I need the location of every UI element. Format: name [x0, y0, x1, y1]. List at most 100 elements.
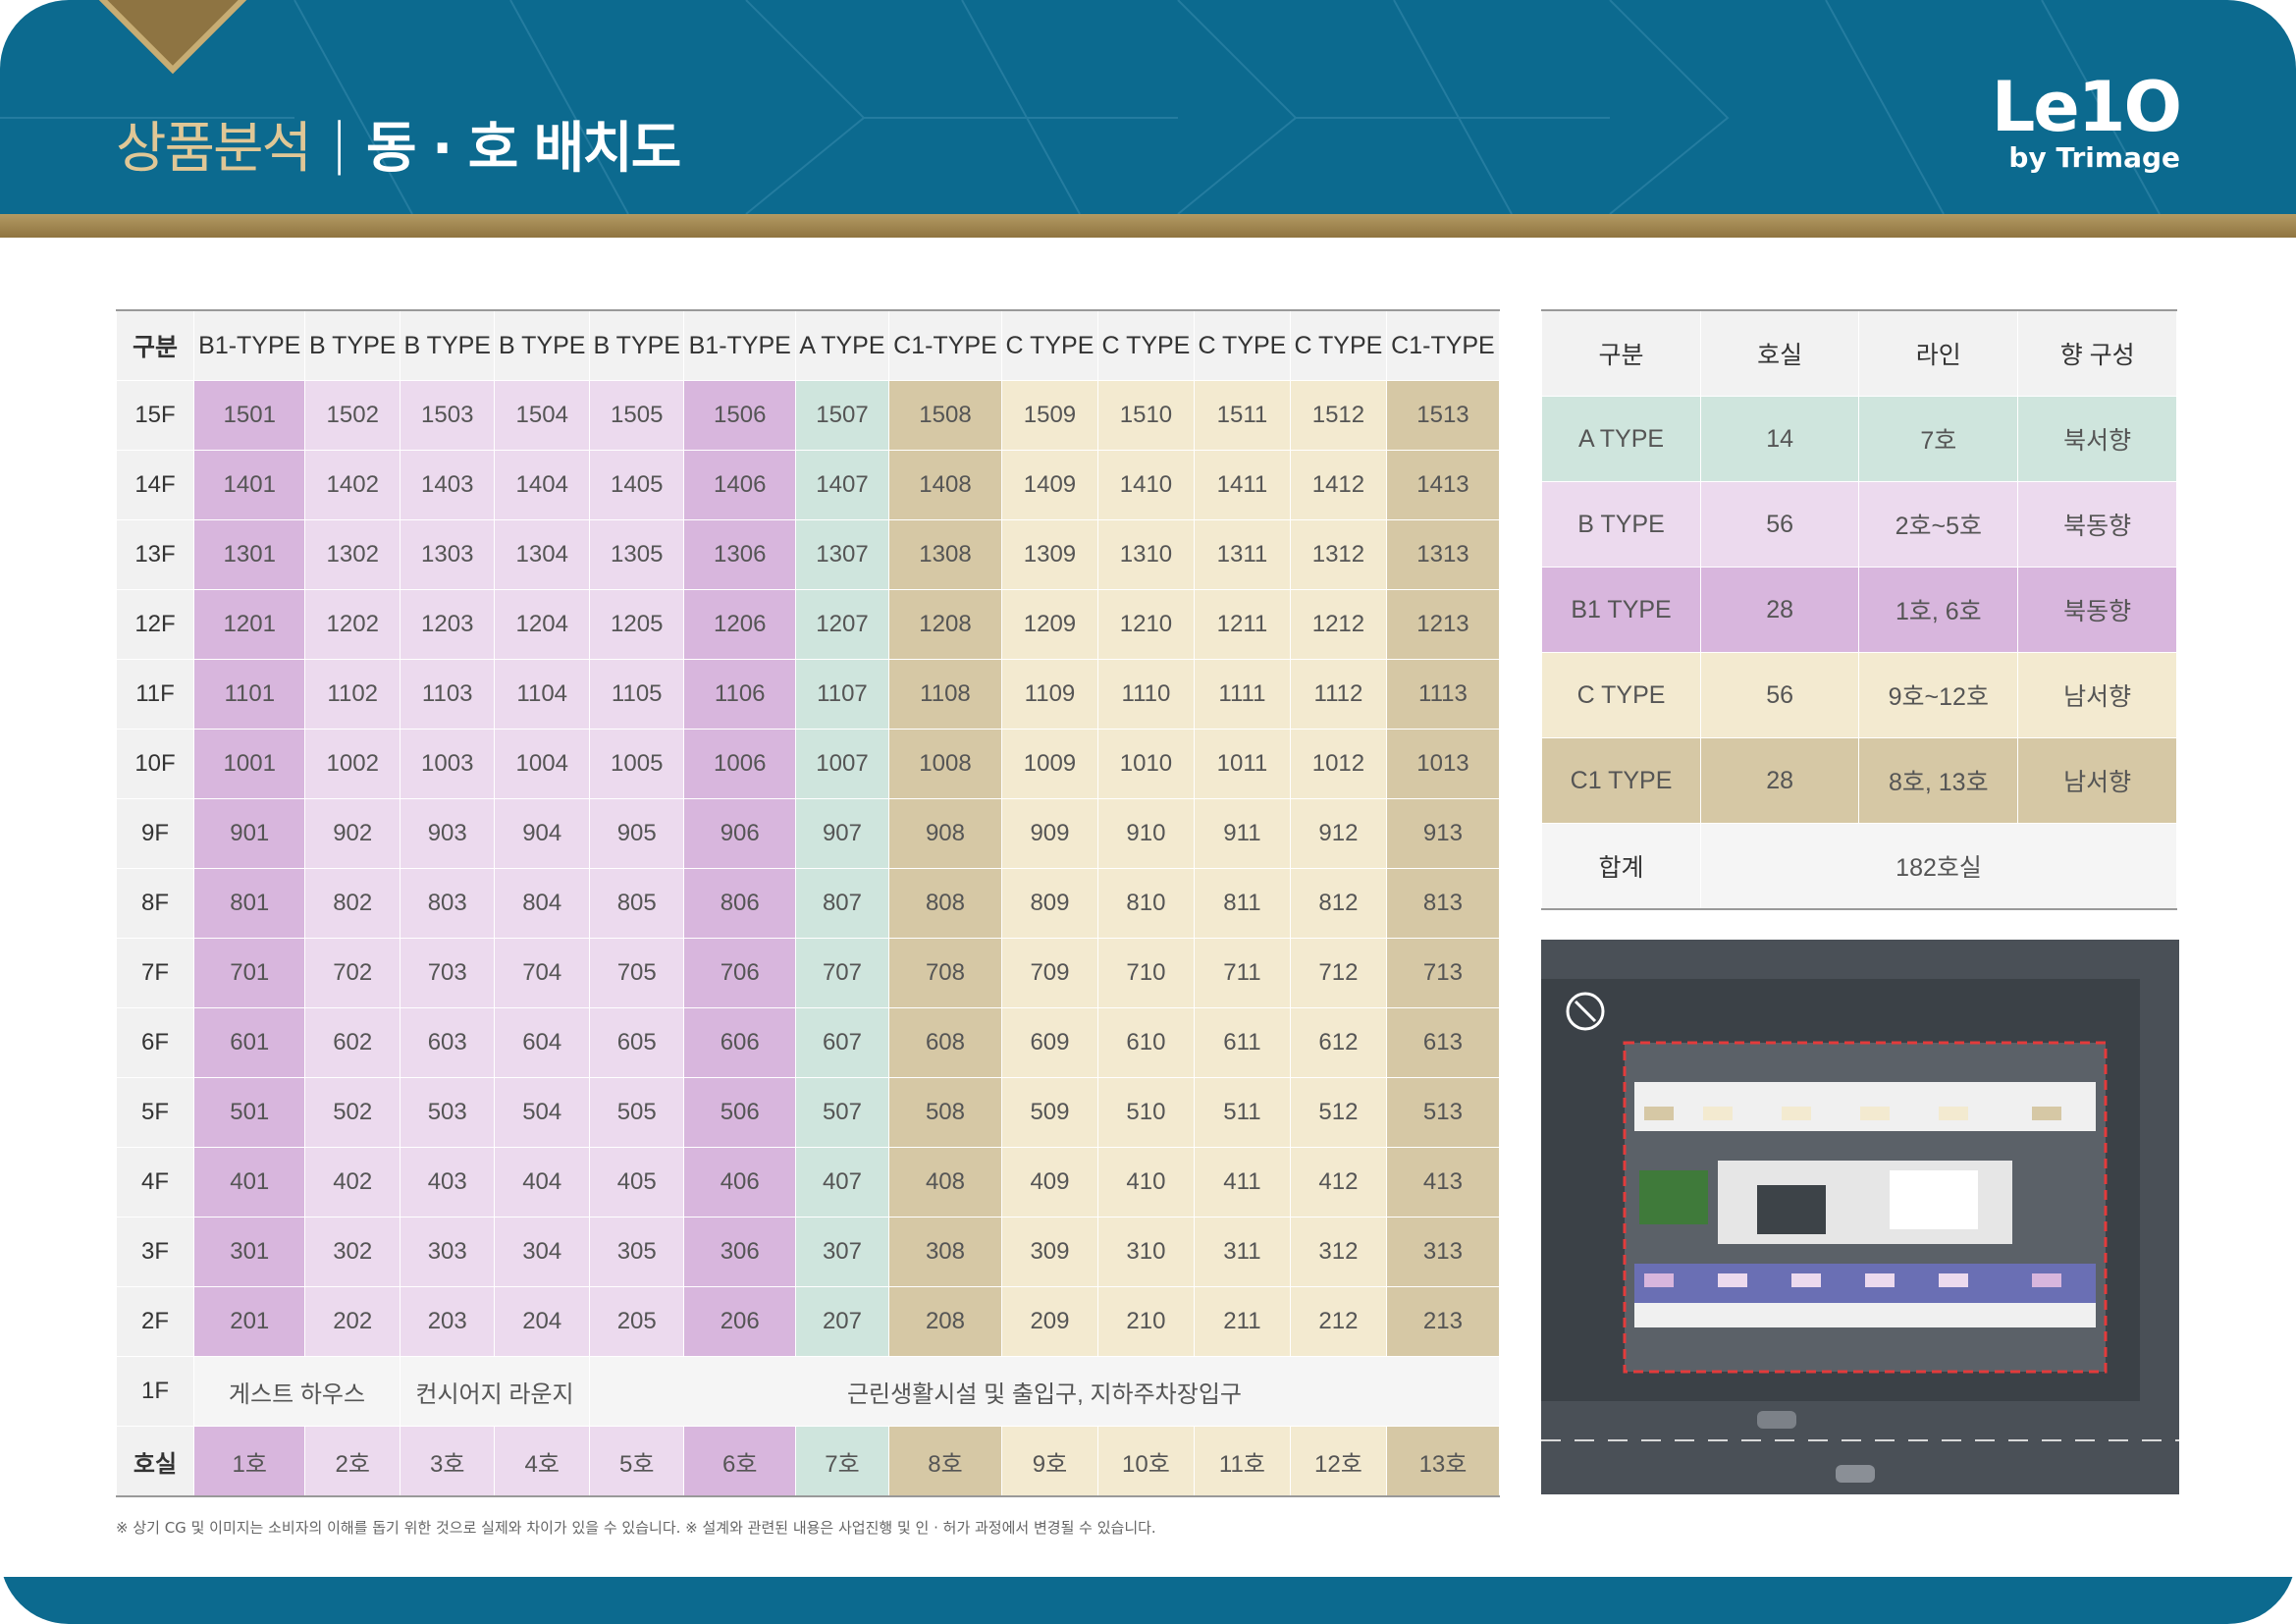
- table-row: 3F 301 302 303 304 305 306 307 308 309 310 311 312 31…: [116, 1217, 1501, 1287]
- unit-cell: 1104: [494, 659, 590, 730]
- unit-cell: 1011: [1193, 729, 1291, 799]
- unit-cell: 1109: [1000, 659, 1098, 730]
- unit-cell: 1113: [1385, 659, 1501, 730]
- floor-label: 3F: [116, 1217, 194, 1287]
- column-header: C TYPE: [1289, 309, 1387, 381]
- unit-cell: 1001: [192, 729, 306, 799]
- unit-cell: 1210: [1096, 589, 1195, 660]
- unit-cell: 910: [1096, 798, 1195, 869]
- unit-cell: 1504: [494, 380, 590, 451]
- summary-line: 2호~5호: [1858, 481, 2019, 568]
- unit-cell: 312: [1289, 1217, 1387, 1287]
- table-row: 6F 601 602 603 604 605 606 607 608 609 610 611 612 61…: [116, 1007, 1501, 1078]
- unit-cell: 403: [399, 1147, 496, 1218]
- unit-cell: 313: [1385, 1217, 1501, 1287]
- table-row: 9F 901 902 903 904 905 906 907 908 909 910 911 912 91…: [116, 798, 1501, 869]
- floor-label: 2F: [116, 1286, 194, 1357]
- unit-cell: 605: [588, 1007, 685, 1078]
- unit-cell: 411: [1193, 1147, 1291, 1218]
- column-header: B1-TYPE: [683, 309, 796, 381]
- unit-cell: 1103: [399, 659, 496, 730]
- unit-cell: 1201: [192, 589, 306, 660]
- column-header: B1-TYPE: [192, 309, 306, 381]
- summary-line: 9호~12호: [1858, 652, 2019, 738]
- unit-cell: 904: [494, 798, 590, 869]
- unit-cell: 602: [304, 1007, 400, 1078]
- unit-cell: 1304: [494, 519, 590, 590]
- unit-cell: 401: [192, 1147, 306, 1218]
- unit-cell: 1209: [1000, 589, 1098, 660]
- unit-cell: 1309: [1000, 519, 1098, 590]
- summary-type: C TYPE: [1540, 652, 1702, 738]
- unit-cell: 811: [1193, 868, 1291, 939]
- unit-cell: 1108: [887, 659, 1002, 730]
- line-row: 호실 1호 2호 3호 4호 5호 6호 7호 8호 9호 10호 11호 12호 13호: [116, 1426, 1501, 1497]
- unit-cell: 306: [683, 1217, 796, 1287]
- unit-cell: 502: [304, 1077, 400, 1148]
- unit-cell: 1105: [588, 659, 685, 730]
- unit-cell: 705: [588, 938, 685, 1008]
- unit-cell: 206: [683, 1286, 796, 1357]
- unit-cell: 1402: [304, 450, 400, 520]
- table-row: 15F 1501 1502 1503 1504 1505 1506 1507 1508 1509 1…: [116, 380, 1501, 451]
- unit-cell: 702: [304, 938, 400, 1008]
- unit-cell: 405: [588, 1147, 685, 1218]
- unit-cell: 1111: [1193, 659, 1291, 730]
- unit-cell: 510: [1096, 1077, 1195, 1148]
- unit-cell: 406: [683, 1147, 796, 1218]
- unit-cell: 410: [1096, 1147, 1195, 1218]
- unit-cell: 1306: [683, 519, 796, 590]
- unit-cell: 1505: [588, 380, 685, 451]
- table-row: B TYPE 56 2호~5호 북동향: [1540, 481, 2177, 568]
- unit-cell: 501: [192, 1077, 306, 1148]
- table-row: 5F 501 502 503 504 505 506 507 508 509 510 511 512 51…: [116, 1077, 1501, 1148]
- unit-cell: 1311: [1193, 519, 1291, 590]
- line-cell: 11호: [1193, 1426, 1291, 1497]
- line-cell: 5호: [588, 1426, 685, 1497]
- line-cell: 7호: [794, 1426, 889, 1497]
- unit-cell: 1208: [887, 589, 1002, 660]
- unit-layout-table: 구분 B1-TYPE B TYPE B TYPE B TYPE B TYPE B1-TYPE…: [116, 309, 1501, 1497]
- unit-cell: 1211: [1193, 589, 1291, 660]
- unit-cell: 1502: [304, 380, 400, 451]
- unit-cell: 305: [588, 1217, 685, 1287]
- unit-cell: 1107: [794, 659, 889, 730]
- unit-cell: 210: [1096, 1286, 1195, 1357]
- unit-cell: 204: [494, 1286, 590, 1357]
- unit-cell: 801: [192, 868, 306, 939]
- unit-cell: 1313: [1385, 519, 1501, 590]
- summary-count: 14: [1700, 396, 1860, 482]
- line-cell: 3호: [399, 1426, 496, 1497]
- unit-cell: 402: [304, 1147, 400, 1218]
- unit-cell: 1110: [1096, 659, 1195, 730]
- table-row: 10F 1001 1002 1003 1004 1005 1006 1007 1008 1009 1…: [116, 729, 1501, 799]
- footer-bar: [0, 1577, 2296, 1624]
- unit-cell: 608: [887, 1007, 1002, 1078]
- unit-cell: 606: [683, 1007, 796, 1078]
- unit-cell: 906: [683, 798, 796, 869]
- unit-cell: 1511: [1193, 380, 1291, 451]
- floor-label: 5F: [116, 1077, 194, 1148]
- floor-label: 13F: [116, 519, 194, 590]
- unit-cell: 308: [887, 1217, 1002, 1287]
- unit-cell: 1102: [304, 659, 400, 730]
- disclaimer-note: ※ 상기 CG 및 이미지는 소비자의 이해를 돕기 위한 것으로 실제와 차이…: [116, 1519, 1156, 1537]
- unit-cell: 709: [1000, 938, 1098, 1008]
- table-row: 14F 1401 1402 1403 1404 1405 1406 1407 1408 1409 1…: [116, 450, 1501, 520]
- unit-cell: 1412: [1289, 450, 1387, 520]
- unit-cell: 1506: [683, 380, 796, 451]
- unit-cell: 507: [794, 1077, 889, 1148]
- column-header: C1-TYPE: [887, 309, 1002, 381]
- unit-cell: 1112: [1289, 659, 1387, 730]
- column-header: A TYPE: [794, 309, 889, 381]
- summary-header: 호실: [1700, 309, 1860, 397]
- unit-cell: 511: [1193, 1077, 1291, 1148]
- summary-direction: 남서향: [2017, 737, 2177, 824]
- total-value: 182호실: [1700, 823, 2177, 910]
- floor-label: 9F: [116, 798, 194, 869]
- unit-cell: 207: [794, 1286, 889, 1357]
- summary-header: 향 구성: [2017, 309, 2177, 397]
- unit-cell: 1002: [304, 729, 400, 799]
- unit-cell: 711: [1193, 938, 1291, 1008]
- unit-cell: 1203: [399, 589, 496, 660]
